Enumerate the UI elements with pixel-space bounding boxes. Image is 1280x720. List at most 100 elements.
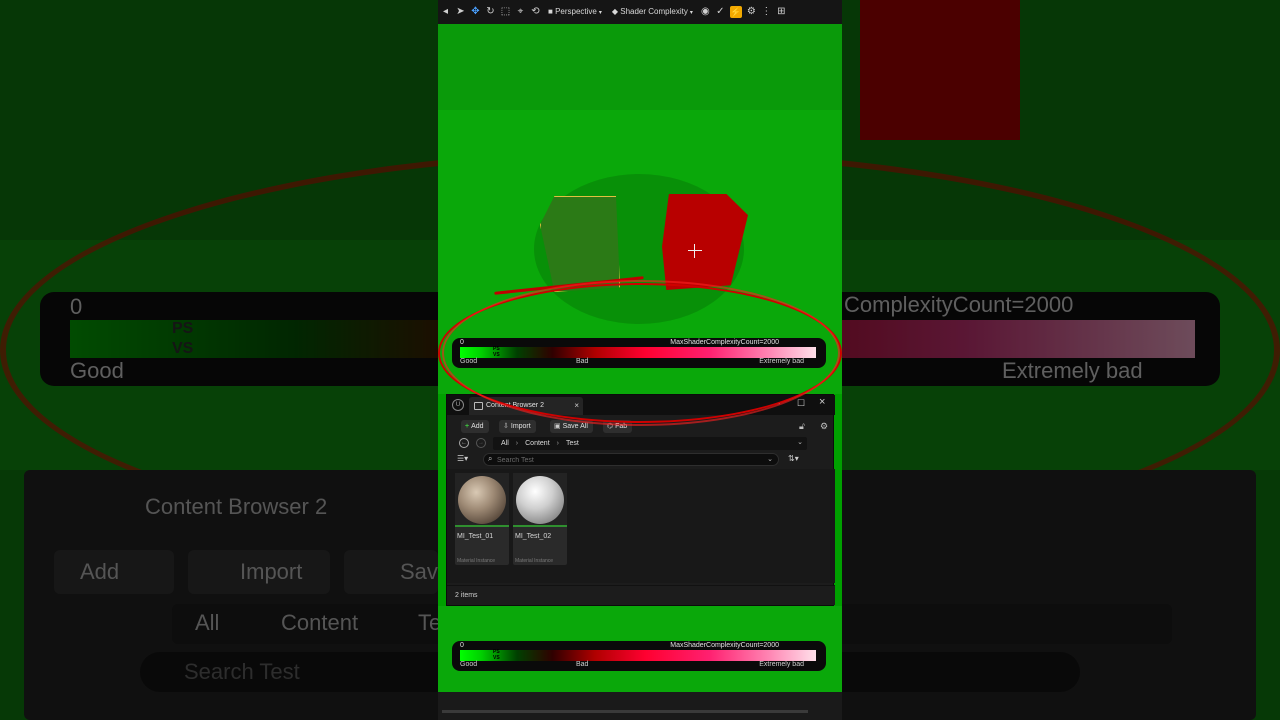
view-mode-label: Shader Complexity xyxy=(620,6,688,16)
import-label: Import xyxy=(510,423,531,430)
content-browser-actions: + Add ⇩ Import ▣ Save All ⌬ Fab 🔓︎ ⚙ xyxy=(447,419,835,435)
back-wall xyxy=(438,24,842,110)
material-sphere-icon xyxy=(458,476,506,524)
import-icon: ⇩ xyxy=(503,423,509,430)
legend-gradient-bar xyxy=(460,347,816,358)
perspective-label: Perspective xyxy=(555,6,597,16)
legend-zero: 0 xyxy=(460,642,464,649)
perspective-dropdown[interactable]: ■ Perspective ▾ xyxy=(545,0,605,25)
gear-icon[interactable]: ⚙ xyxy=(746,0,757,24)
chevron-right-icon: › xyxy=(556,440,559,447)
back-icon[interactable]: ← xyxy=(459,438,469,448)
save-icon: ▣ xyxy=(554,423,561,430)
filter-icon[interactable]: ☰▾ xyxy=(457,454,468,463)
crosshair-cursor-icon xyxy=(688,244,702,258)
more-options-icon[interactable]: ⋮ xyxy=(761,0,772,24)
sort-icon[interactable]: ⇅▾ xyxy=(788,454,799,463)
transform-space-icon[interactable]: ⌖ xyxy=(515,0,526,24)
shader-complexity-legend: 0 MaxShaderComplexityCount=2000 PS VS Go… xyxy=(452,338,826,368)
view-mode-icon: ◆ xyxy=(611,6,621,16)
rotate-tool-icon[interactable]: ↻ xyxy=(485,0,496,24)
legend-bad: Bad xyxy=(576,358,589,365)
asset-type: Material Instance xyxy=(457,558,496,564)
crumb-content[interactable]: Content xyxy=(525,440,550,447)
viewport-toolbar: ◂ ➤ ✥ ↻ ⬚ ⌖ ⟲ ■ Perspective ▾ ◆ Shader Co… xyxy=(438,0,842,24)
asset-tile[interactable]: MI_Test_02 Material Instance xyxy=(513,473,567,565)
fab-icon: ⌬ xyxy=(607,423,614,430)
translate-tool-icon[interactable]: ✥ xyxy=(470,0,481,24)
menu-arrow-icon[interactable]: ◂ xyxy=(440,0,451,24)
path-bar: ← → All › Content › Test ⌄ xyxy=(447,437,835,451)
scale-tool-icon[interactable]: ⬚ xyxy=(500,0,511,24)
add-label: Add xyxy=(471,423,484,430)
status-bar: 2 items xyxy=(447,585,835,605)
unreal-logo-icon: U xyxy=(452,399,464,411)
legend-good: Good xyxy=(460,358,478,365)
chevron-down-icon: ▾ xyxy=(598,9,602,16)
legend-good: Good xyxy=(460,661,478,668)
asset-type: Material Instance xyxy=(515,558,554,564)
asset-thumbnail xyxy=(513,473,567,527)
chevron-down-icon[interactable]: ⌄ xyxy=(797,438,803,446)
plus-icon: + xyxy=(465,423,470,430)
add-button[interactable]: + Add xyxy=(461,420,489,433)
asset-tile[interactable]: MI_Test_01 Material Instance xyxy=(455,473,509,565)
crumb-all[interactable]: All xyxy=(501,440,509,447)
breadcrumb: All › Content › Test ⌄ xyxy=(493,437,807,450)
content-browser-titlebar: U Content Browser 2 × – ☐ × xyxy=(447,395,835,415)
asset-thumbnail xyxy=(455,473,509,527)
selected-mesh-green[interactable] xyxy=(540,196,620,292)
legend-extremely-bad: Extremely bad xyxy=(759,358,804,365)
import-button[interactable]: ⇩ Import xyxy=(499,420,536,433)
chevron-down-icon[interactable]: ⌄ xyxy=(767,455,773,463)
close-window-icon[interactable]: × xyxy=(819,396,825,408)
crumb-test[interactable]: Test xyxy=(566,440,579,447)
shader-complexity-legend-lower: 0 MaxShaderComplexityCount=2000 PS VS Go… xyxy=(452,641,826,671)
item-count: 2 items xyxy=(455,592,478,599)
camera-icon: ■ xyxy=(548,6,556,16)
snapping-icon[interactable]: ⟲ xyxy=(530,0,541,24)
fab-label: Fab xyxy=(615,423,628,430)
close-icon[interactable]: × xyxy=(574,401,579,410)
search-box: ⌕ ⌄ xyxy=(483,453,779,466)
asset-name: MI_Test_01 xyxy=(457,533,494,540)
asset-grid: MI_Test_01 Material Instance MI_Test_02 … xyxy=(447,469,835,583)
performance-icon[interactable]: ⚡ xyxy=(729,6,742,18)
maximize-icon[interactable]: ☐ xyxy=(797,398,805,409)
chevron-down-icon: ▾ xyxy=(689,9,693,16)
forward-icon[interactable]: → xyxy=(476,438,486,448)
chevron-right-icon: › xyxy=(515,440,519,447)
search-icon: ⌕ xyxy=(488,454,493,463)
horizontal-scrollbar[interactable] xyxy=(442,710,808,713)
tab-label: Content Browser 2 xyxy=(486,402,544,409)
show-flags-icon[interactable]: ◉ xyxy=(700,0,711,24)
search-row: ☰▾ ⌕ ⌄ ⇅▾ xyxy=(447,453,835,467)
material-sphere-icon xyxy=(516,476,564,524)
gear-icon[interactable]: ⚙ xyxy=(820,421,828,432)
fab-button[interactable]: ⌬ Fab xyxy=(603,420,633,433)
legend-zero: 0 xyxy=(460,339,464,346)
search-input[interactable] xyxy=(497,455,757,465)
lock-icon[interactable]: 🔓︎ xyxy=(799,421,805,432)
content-browser-tab[interactable]: Content Browser 2 × xyxy=(469,397,583,415)
legend-max: MaxShaderComplexityCount=2000 xyxy=(670,339,779,346)
save-all-button[interactable]: ▣ Save All xyxy=(550,420,593,433)
layout-icon[interactable]: ⊞ xyxy=(776,0,787,24)
legend-bad: Bad xyxy=(576,661,589,668)
legend-gradient-bar xyxy=(460,650,816,661)
screen: 0 ComplexityCount=2000 PS VS Good Extrem… xyxy=(0,0,1280,720)
minimize-icon[interactable]: – xyxy=(775,398,780,408)
select-tool-icon[interactable]: ➤ xyxy=(455,0,466,24)
save-all-label: Save All xyxy=(562,423,588,430)
realtime-icon[interactable]: ✓ xyxy=(715,0,726,24)
legend-vs: VS xyxy=(493,352,500,358)
folder-icon xyxy=(474,402,483,410)
content-browser-window: U Content Browser 2 × – ☐ × + Add ⇩ Import… xyxy=(446,394,835,606)
legend-vs: VS xyxy=(493,655,500,661)
editor-capture: ◂ ➤ ✥ ↻ ⬚ ⌖ ⟲ ■ Perspective ▾ ◆ Shader Co… xyxy=(438,0,842,720)
legend-max: MaxShaderComplexityCount=2000 xyxy=(670,642,779,649)
legend-extremely-bad: Extremely bad xyxy=(759,661,804,668)
asset-name: MI_Test_02 xyxy=(515,533,552,540)
view-mode-dropdown[interactable]: ◆ Shader Complexity ▾ xyxy=(609,0,696,25)
bottom-bar xyxy=(438,692,842,720)
